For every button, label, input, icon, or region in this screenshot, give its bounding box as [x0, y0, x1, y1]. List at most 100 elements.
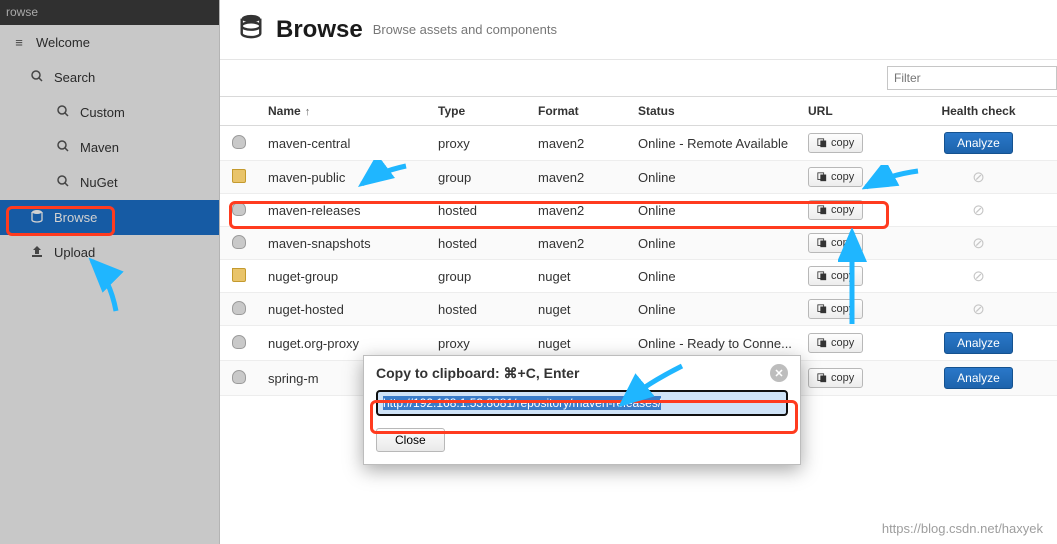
repo-type-icon [232, 133, 249, 150]
copy-url-button[interactable]: copy [808, 233, 863, 253]
table-row[interactable]: maven-snapshotshostedmaven2Online copy ⊘ [220, 227, 1057, 260]
nav-search-custom[interactable]: Custom [0, 95, 219, 130]
row-url: copy [800, 161, 900, 194]
row-health: Analyze [900, 361, 1057, 396]
copy-url-button[interactable]: copy [808, 333, 863, 353]
row-health: Analyze [900, 126, 1057, 161]
row-url: copy [800, 293, 900, 326]
search-icon [54, 140, 72, 155]
upload-icon [28, 245, 46, 260]
row-type: hosted [430, 194, 530, 227]
nav-upload[interactable]: Upload [0, 235, 219, 270]
nav-welcome[interactable]: ≡ Welcome [0, 25, 219, 60]
nav-label: Search [54, 70, 95, 85]
row-health: ⊘ [900, 194, 1057, 227]
nav-label: Browse [54, 210, 97, 225]
row-name: maven-central [260, 126, 430, 161]
row-health: ⊘ [900, 227, 1057, 260]
row-name: maven-releases [260, 194, 430, 227]
table-header-row: Name Type Format Status URL Health check [220, 97, 1057, 126]
blocked-icon: ⊘ [972, 235, 985, 252]
table-row[interactable]: maven-publicgroupmaven2Online copy⊘ [220, 161, 1057, 194]
repo-type-icon [232, 266, 249, 283]
watermark: https://blog.csdn.net/haxyek [882, 521, 1043, 536]
copy-url-button[interactable]: copy [808, 266, 863, 286]
row-icon [220, 361, 260, 396]
blocked-icon: ⊘ [972, 268, 985, 285]
row-url: copy [800, 361, 900, 396]
analyze-button[interactable]: Analyze [944, 132, 1013, 154]
copy-url-button[interactable]: copy [808, 299, 863, 319]
nav-label: Welcome [36, 35, 90, 50]
copy-url-button[interactable]: copy [808, 167, 863, 187]
col-health[interactable]: Health check [900, 97, 1057, 126]
menu-icon: ≡ [10, 35, 28, 50]
modal-header: Copy to clipboard: ⌘+C, Enter ✕ [364, 356, 800, 390]
filter-input[interactable] [887, 66, 1057, 90]
copy-url-button[interactable]: copy [808, 133, 863, 153]
copy-url-button[interactable]: copy [808, 200, 863, 220]
col-type[interactable]: Type [430, 97, 530, 126]
repo-type-icon [232, 233, 249, 250]
search-icon [54, 175, 72, 190]
row-icon [220, 194, 260, 227]
table-row[interactable]: maven-releaseshostedmaven2Online copy⊘ [220, 194, 1057, 227]
filter-row [220, 60, 1057, 96]
row-name: maven-snapshots [260, 227, 430, 260]
nav-search-maven[interactable]: Maven [0, 130, 219, 165]
database-icon [28, 209, 46, 226]
nav-label: NuGet [80, 175, 118, 190]
page-header: Browse Browse assets and components [220, 0, 1057, 60]
col-url[interactable]: URL [800, 97, 900, 126]
blocked-icon: ⊘ [972, 202, 985, 219]
row-url: copy [800, 260, 900, 293]
row-name: nuget-hosted [260, 293, 430, 326]
nav-label: Maven [80, 140, 119, 155]
row-format: maven2 [530, 126, 630, 161]
blocked-icon: ⊘ [972, 301, 985, 318]
modal-title: Copy to clipboard: ⌘+C, Enter [376, 365, 579, 382]
repo-type-icon [232, 167, 249, 184]
nav-search[interactable]: Search [0, 60, 219, 95]
repo-type-icon [232, 368, 249, 385]
col-icon[interactable] [220, 97, 260, 126]
row-icon [220, 260, 260, 293]
table-row[interactable]: nuget-groupgroupnugetOnline copy⊘ [220, 260, 1057, 293]
col-format[interactable]: Format [530, 97, 630, 126]
database-icon [238, 13, 264, 46]
row-health: ⊘ [900, 260, 1057, 293]
row-icon [220, 293, 260, 326]
row-type: hosted [430, 227, 530, 260]
copy-url-button[interactable]: copy [808, 368, 863, 388]
row-url: copy [800, 227, 900, 260]
row-format: nuget [530, 293, 630, 326]
row-format: maven2 [530, 227, 630, 260]
row-type: hosted [430, 293, 530, 326]
row-type: group [430, 161, 530, 194]
copy-url-modal: Copy to clipboard: ⌘+C, Enter ✕ Close [363, 355, 801, 465]
analyze-button[interactable]: Analyze [944, 332, 1013, 354]
nav-browse[interactable]: Browse [0, 200, 219, 235]
row-url: copy [800, 126, 900, 161]
row-health: Analyze [900, 326, 1057, 361]
modal-close-button[interactable]: ✕ [770, 364, 788, 382]
table-row[interactable]: maven-centralproxymaven2Online - Remote … [220, 126, 1057, 161]
blocked-icon: ⊘ [972, 169, 985, 186]
row-status: Online [630, 227, 800, 260]
row-health: ⊘ [900, 161, 1057, 194]
table-row[interactable]: nuget-hostedhostednugetOnline copy⊘ [220, 293, 1057, 326]
row-status: Online [630, 161, 800, 194]
repo-table: Name Type Format Status URL Health check… [220, 96, 1057, 396]
row-health: ⊘ [900, 293, 1057, 326]
row-type: group [430, 260, 530, 293]
modal-url-input[interactable] [376, 390, 788, 416]
col-status[interactable]: Status [630, 97, 800, 126]
col-name[interactable]: Name [260, 97, 430, 126]
sidebar: rowse ≡ Welcome Search Custom Maven NuGe… [0, 0, 220, 544]
modal-close-btn[interactable]: Close [376, 428, 445, 452]
row-status: Online - Remote Available [630, 126, 800, 161]
nav-label: Custom [80, 105, 125, 120]
analyze-button[interactable]: Analyze [944, 367, 1013, 389]
row-icon [220, 326, 260, 361]
nav-search-nuget[interactable]: NuGet [0, 165, 219, 200]
